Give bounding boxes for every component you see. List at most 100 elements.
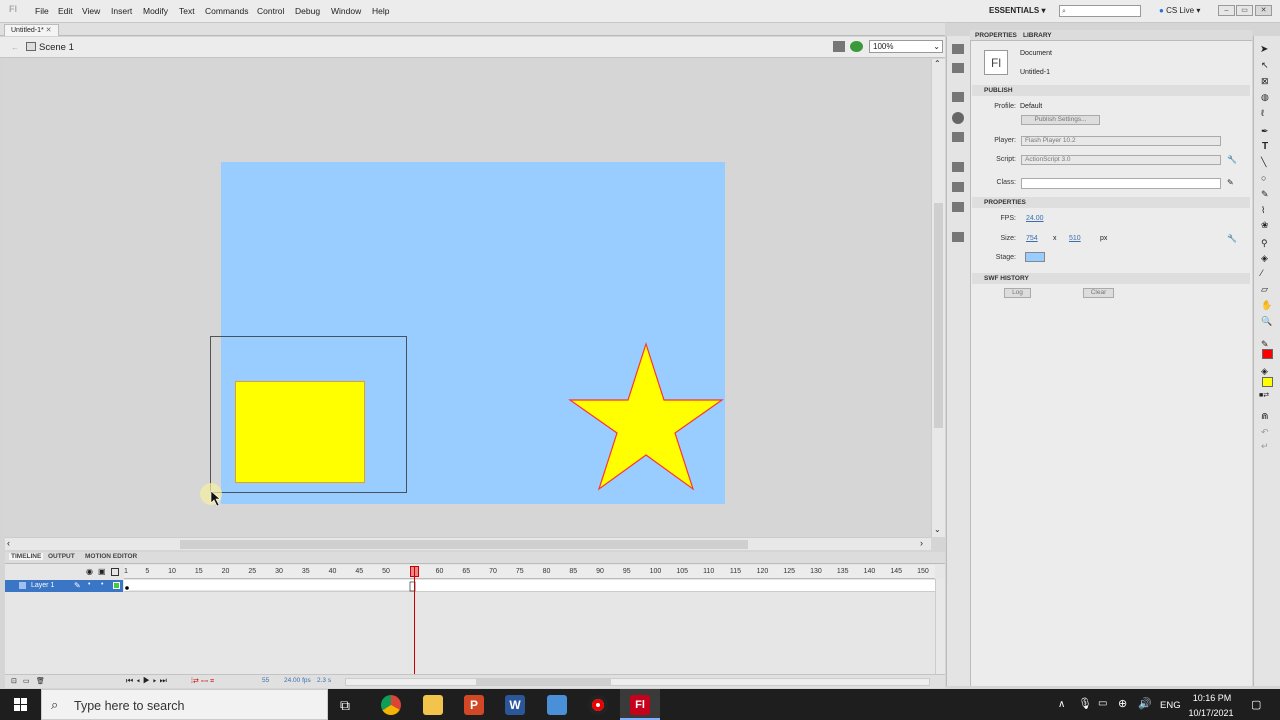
player-select[interactable]: Flash Player 10.2 [1021,136,1221,146]
document-name[interactable]: Untitled-1 [1020,69,1050,76]
volume-icon[interactable]: 🔊 [1138,697,1152,710]
stage-height[interactable]: 510 [1069,235,1081,242]
lock-dot-icon[interactable]: • [101,581,103,588]
swap-colors-icon[interactable]: ■⇄ [1259,391,1269,399]
language-indicator[interactable]: ENG [1160,700,1181,711]
outline-color-icon[interactable] [113,582,120,589]
transform-icon[interactable] [952,132,964,142]
swf-history-section-header[interactable]: SWF HISTORY [972,273,1250,284]
properties-section-header[interactable]: PROPERTIES [972,197,1250,208]
help-search-input[interactable]: ⌕ [1059,5,1141,17]
timeline-vscroll[interactable] [935,579,945,674]
clock-date[interactable]: 10/17/2021 [1186,708,1236,718]
brush-tool-icon[interactable]: ⌇ [1261,205,1265,216]
smooth-icon[interactable]: ↶ [1261,427,1269,438]
stroke-color-swatch[interactable] [1262,349,1273,359]
yellow-rectangle[interactable] [235,381,365,483]
hand-tool-icon[interactable]: ✋ [1261,300,1272,311]
show-hidden-icons[interactable]: ∧ [1058,699,1065,710]
zoom-tool-icon[interactable]: 🔍 [1261,316,1272,327]
timeline-fps[interactable]: 24.00 fps [284,677,311,684]
bone-tool-icon[interactable]: ⚲ [1261,238,1268,249]
color-panel-icon[interactable] [952,44,964,54]
lasso-tool-icon[interactable]: ℓ [1261,108,1264,118]
visibility-dot-icon[interactable]: • [88,581,90,588]
clock-time[interactable]: 10:16 PM [1192,693,1232,703]
minimize-button[interactable]: – [1218,5,1235,16]
code-snippets-icon[interactable] [952,202,964,212]
close-button[interactable]: ✕ [1255,5,1272,16]
straighten-icon[interactable]: ↵ [1261,441,1269,452]
chrome-icon[interactable] [381,695,401,715]
new-layer-icon[interactable]: ⊡ [11,677,17,685]
script-select[interactable]: ActionScript 3.0 [1021,155,1221,165]
oval-tool-icon[interactable]: ○ [1261,173,1266,183]
align-icon[interactable] [952,92,964,102]
fill-color-swatch[interactable] [1262,377,1273,387]
free-transform-tool-icon[interactable]: ⊠ [1261,76,1269,87]
timeline-footer: ⊡ ▭ 🗑 ⏮◂▶▸⏭ ⁞⇄ ▫▫▫ ⌗ 55 24.00 fps 2.3 s [5,674,945,688]
stage-width[interactable]: 754 [1026,235,1038,242]
fps-value[interactable]: 24.00 [1026,215,1044,222]
word-icon[interactable]: W [505,695,525,715]
script-value: ActionScript 3.0 [1025,156,1071,163]
restore-button[interactable]: ▭ [1236,5,1253,16]
notification-icon[interactable]: ▢ [1251,698,1261,711]
log-button[interactable]: Log [1004,288,1031,298]
task-view-icon[interactable]: ⧉ [340,697,350,714]
current-frame[interactable]: 55 [262,677,269,684]
microphone-icon[interactable]: 🎙 [1078,697,1092,710]
frame-number: 110 [703,568,715,575]
timeline-hscroll-thumb[interactable] [476,679,611,685]
selection-tool-icon[interactable]: ➤ [1260,44,1268,55]
components-icon[interactable] [952,162,964,172]
eye-icon[interactable]: ◉ [86,567,93,576]
remote-desktop-icon[interactable] [547,695,567,715]
battery-icon[interactable]: ▭ [1098,698,1107,709]
3d-rotation-tool-icon[interactable]: ◍ [1261,92,1269,103]
snap-to-objects-icon[interactable]: ⋒ [1261,411,1269,422]
edit-document-icon[interactable]: 🔧 [1227,234,1237,243]
network-icon[interactable]: ⊕ [1118,697,1127,710]
pencil-tool-icon[interactable]: ✎ [1261,189,1269,200]
file-explorer-icon[interactable] [423,695,443,715]
publish-section-header[interactable]: PUBLISH [972,85,1250,96]
layer-name[interactable]: Layer 1 [31,582,54,589]
info-icon[interactable] [952,112,964,124]
tab-output[interactable]: OUTPUT [48,553,75,560]
clear-button[interactable]: Clear [1083,288,1114,298]
cs-live-menu[interactable]: ● CS Live ▾ [1159,6,1200,15]
delete-icon[interactable]: 🗑 [36,677,45,685]
outline-icon[interactable] [111,568,119,576]
text-tool-icon[interactable]: T [1262,141,1268,152]
workspace-switcher[interactable]: ESSENTIALS ▾ [989,6,1045,15]
start-button[interactable] [0,689,41,720]
wrench-icon[interactable]: 🔧 [1227,155,1237,164]
tab-timeline[interactable]: TIMELINE [9,553,44,560]
screen-recorder-icon[interactable] [588,695,608,715]
lock-icon[interactable]: ▣ [98,567,106,576]
publish-settings-button[interactable]: Publish Settings... [1021,115,1100,125]
tab-motion-editor[interactable]: MOTION EDITOR [85,553,137,560]
deco-tool-icon[interactable]: ❀ [1261,220,1269,231]
stage-color-swatch[interactable] [1025,252,1045,262]
eraser-tool-icon[interactable]: ▱ [1261,284,1268,295]
class-input[interactable] [1021,178,1221,189]
new-folder-icon[interactable]: ▭ [23,677,30,685]
playback-controls-icon[interactable]: ⏮◂▶▸⏭ [126,676,170,686]
motion-presets-icon[interactable] [952,182,964,192]
yellow-star[interactable] [568,342,724,491]
tab-properties[interactable]: PROPERTIES [975,32,1017,39]
paint-bucket-tool-icon[interactable]: ◈ [1261,253,1268,264]
swatches-icon[interactable] [952,63,964,73]
history-icon[interactable] [952,232,964,242]
eyedropper-tool-icon[interactable]: ⁄ [1261,268,1263,278]
edit-class-icon[interactable]: ✎ [1227,178,1234,187]
line-tool-icon[interactable]: ╲ [1261,157,1266,168]
powerpoint-icon[interactable]: P [464,695,484,715]
pen-tool-icon[interactable]: ✒ [1261,126,1269,137]
onion-skin-icon[interactable]: ⁞⇄ ▫▫▫ ⌗ [191,677,214,686]
subselection-tool-icon[interactable]: ↖ [1261,60,1269,71]
timeline-hscroll[interactable] [345,678,930,686]
tab-library[interactable]: LIBRARY [1023,32,1052,39]
